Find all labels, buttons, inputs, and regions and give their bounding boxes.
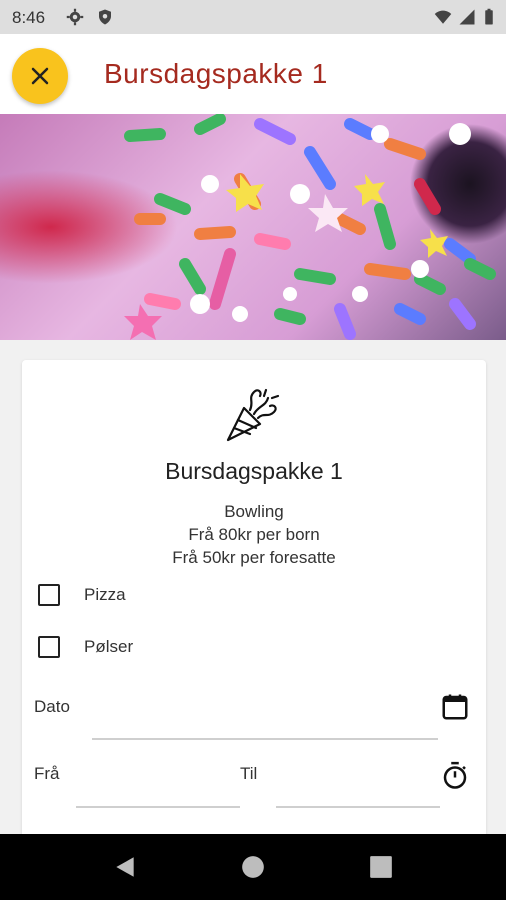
- to-label: Til: [240, 764, 258, 783]
- description-line: Bowling: [224, 502, 284, 521]
- back-nav-icon[interactable]: [112, 854, 138, 880]
- close-icon: [31, 67, 49, 85]
- shield-icon: [99, 9, 111, 25]
- close-button[interactable]: [12, 48, 68, 104]
- app-bar: Bursdagspakke 1: [0, 34, 506, 114]
- description-line: Frå 50kr per foresatte: [172, 548, 336, 567]
- sprinkles-donut-image: [0, 114, 506, 340]
- option-polser[interactable]: Pølser: [38, 632, 133, 662]
- party-popper-icon: [226, 388, 280, 442]
- pizza-label: Pizza: [84, 585, 126, 604]
- from-field[interactable]: [76, 806, 240, 808]
- package-description: Bowling Frå 80kr per born Frå 50kr per f…: [22, 500, 486, 569]
- option-pizza[interactable]: Pizza: [38, 580, 126, 610]
- recents-nav-icon[interactable]: [368, 854, 394, 880]
- calendar-icon[interactable]: [440, 692, 470, 722]
- signal-icon: [459, 9, 475, 25]
- page-title: Bursdagspakke 1: [104, 58, 328, 89]
- status-bar: 8:46: [0, 0, 506, 34]
- timer-icon[interactable]: [440, 760, 470, 790]
- date-field[interactable]: [92, 738, 438, 740]
- battery-icon: [485, 8, 493, 25]
- polser-label: Pølser: [84, 637, 134, 656]
- polser-checkbox[interactable]: [38, 636, 60, 658]
- package-name: Bursdagspakke 1: [165, 458, 343, 484]
- package-card: Bursdagspakke 1 Bowling Frå 80kr per bor…: [22, 360, 486, 840]
- description-line: Frå 80kr per born: [188, 525, 320, 544]
- status-time: 8:46: [12, 8, 46, 27]
- from-label: Frå: [34, 764, 60, 783]
- pizza-checkbox[interactable]: [38, 584, 60, 606]
- to-field[interactable]: [276, 806, 440, 808]
- wifi-icon: [434, 10, 452, 24]
- settings-icon: [66, 8, 84, 26]
- navigation-bar: [0, 834, 506, 900]
- hero-image: [0, 114, 506, 340]
- date-label: Dato: [34, 697, 70, 716]
- home-nav-icon[interactable]: [240, 854, 266, 880]
